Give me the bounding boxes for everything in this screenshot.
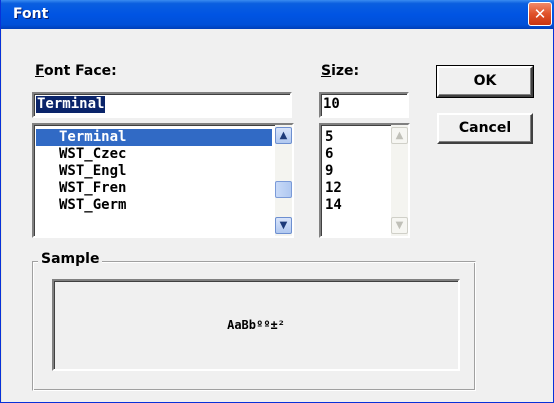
size-input-value: 10 — [323, 96, 340, 112]
size-item-6[interactable]: 6 — [323, 146, 333, 163]
font-face-list[interactable]: Terminal WST_Czec WST_Engl WST_Fren WST_… — [32, 123, 294, 238]
close-button[interactable]: ✕ — [528, 2, 552, 26]
close-icon: ✕ — [533, 5, 547, 23]
font-face-scrollbar[interactable]: ▲ ▼ — [275, 125, 292, 236]
dialog-body: Font Face: Terminal Terminal WST_Czec WS… — [2, 29, 553, 402]
size-item-5[interactable]: 5 — [323, 129, 333, 146]
scroll-down-icon: ▼ — [395, 220, 404, 231]
title-bar[interactable]: Font ✕ — [1, 0, 554, 29]
font-face-item-wst-engl[interactable]: WST_Engl — [36, 163, 126, 180]
size-list[interactable]: 5 6 9 12 14 ▲ ▼ — [319, 123, 410, 238]
size-input[interactable]: 10 — [319, 92, 409, 118]
size-item-9[interactable]: 9 — [323, 163, 333, 180]
size-item-14[interactable]: 14 — [323, 197, 342, 214]
sample-label: Sample — [38, 251, 103, 267]
font-face-scroll-thumb[interactable] — [275, 181, 292, 198]
cancel-button-label: Cancel — [458, 120, 512, 136]
font-face-scroll-down-button[interactable]: ▼ — [275, 217, 292, 234]
scroll-down-icon: ▼ — [279, 220, 288, 231]
size-scroll-up-button[interactable]: ▲ — [391, 127, 408, 144]
size-label: Size: — [321, 63, 360, 79]
font-face-label: Font Face: — [35, 63, 117, 79]
size-item-12[interactable]: 12 — [323, 180, 342, 197]
font-face-input-value: Terminal — [36, 96, 106, 113]
font-face-item-terminal[interactable]: Terminal — [36, 129, 272, 146]
sample-preview: AaBbºº±² — [52, 279, 460, 371]
font-face-scroll-up-button[interactable]: ▲ — [275, 127, 292, 144]
font-dialog: Font ✕ Font Face: Terminal Terminal WST_… — [0, 0, 554, 403]
font-face-input[interactable]: Terminal — [32, 92, 292, 118]
cancel-button[interactable]: Cancel — [437, 113, 533, 144]
ok-button-label: OK — [473, 73, 497, 89]
window-title: Font — [13, 6, 49, 22]
sample-preview-text: AaBbºº±² — [227, 318, 285, 332]
font-face-item-wst-germ[interactable]: WST_Germ — [36, 197, 126, 214]
scroll-up-icon: ▲ — [395, 130, 404, 141]
font-face-item-wst-czec[interactable]: WST_Czec — [36, 146, 126, 163]
scroll-up-icon: ▲ — [279, 130, 288, 141]
size-scrollbar[interactable]: ▲ ▼ — [391, 125, 408, 236]
size-scroll-down-button[interactable]: ▼ — [391, 217, 408, 234]
font-face-item-wst-fren[interactable]: WST_Fren — [36, 180, 126, 197]
ok-button[interactable]: OK — [436, 65, 534, 98]
